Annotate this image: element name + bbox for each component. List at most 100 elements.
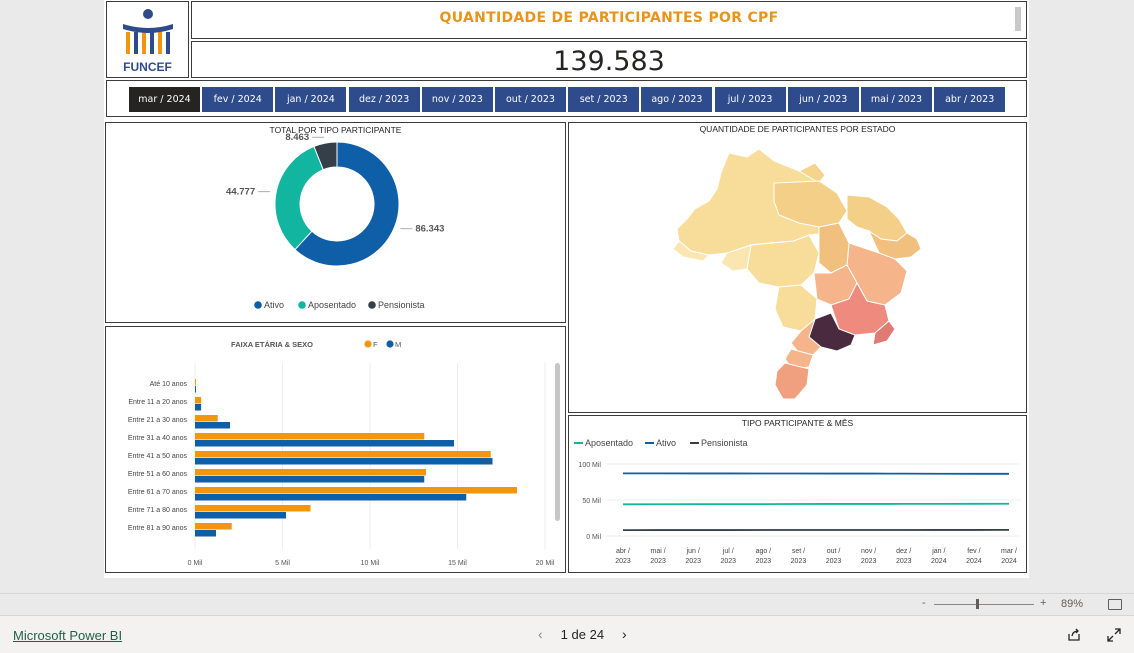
map-region-northeast-a bbox=[847, 195, 907, 241]
slicer-month-button[interactable]: jan / 2024 bbox=[275, 87, 346, 112]
bar-m[interactable] bbox=[195, 404, 201, 411]
bar-f[interactable] bbox=[195, 379, 196, 386]
bars-x-tick-label: 20 Mil bbox=[536, 560, 555, 567]
line-series-aposentado[interactable] bbox=[623, 504, 1009, 505]
map-title: QUANTIDADE DE PARTICIPANTES POR ESTADO bbox=[569, 124, 1026, 134]
legend-label-m[interactable]: M bbox=[395, 340, 401, 349]
legend-label-aposentado[interactable]: Aposentado bbox=[308, 300, 356, 310]
line-x-tick-label: 2023 bbox=[685, 558, 701, 565]
line-x-tick-label: fev / bbox=[967, 548, 980, 555]
bar-f[interactable] bbox=[195, 487, 517, 494]
line-x-tick-label: set / bbox=[792, 548, 805, 555]
line-x-tick-label: jul / bbox=[722, 548, 734, 555]
legend-marker-f bbox=[364, 340, 371, 347]
zoom-level: 89% bbox=[1061, 598, 1083, 610]
type-month-visual[interactable]: TIPO PARTICIPANTE & MÊS Aposentado Ativo P… bbox=[568, 415, 1027, 573]
line-x-tick-label: jun / bbox=[686, 548, 700, 555]
bars-category-label: Entre 21 a 30 anos bbox=[128, 417, 188, 424]
line-x-tick-label: 2023 bbox=[791, 558, 807, 565]
slicer-month-button[interactable]: nov / 2023 bbox=[422, 87, 493, 112]
slicer-month-button[interactable]: dez / 2023 bbox=[349, 87, 420, 112]
kpi-value: 139.583 bbox=[192, 46, 1026, 77]
map-region-tocantins bbox=[819, 223, 849, 273]
slicer-month-button[interactable]: abr / 2023 bbox=[934, 87, 1005, 112]
slicer-month-button[interactable]: set / 2023 bbox=[568, 87, 639, 112]
line-x-tick-label: 2023 bbox=[896, 558, 912, 565]
bar-m[interactable] bbox=[195, 530, 216, 537]
bar-m[interactable] bbox=[195, 494, 466, 501]
bars-category-label: Entre 41 a 50 anos bbox=[128, 453, 188, 460]
donut-title: TOTAL POR TIPO PARTICIPANTE bbox=[106, 125, 565, 135]
bar-m[interactable] bbox=[195, 458, 493, 465]
slicer-month-button[interactable]: mar / 2024 bbox=[129, 87, 200, 112]
age-sex-visual[interactable]: FAIXA ETÁRIA & SEXOFM0 Mil5 Mil10 Mil15 … bbox=[105, 326, 566, 573]
line-y-tick-label: 50 Mil bbox=[582, 498, 601, 505]
bar-m[interactable] bbox=[195, 512, 286, 519]
bar-f[interactable] bbox=[195, 433, 424, 440]
legend-marker-pensionista bbox=[368, 301, 376, 309]
next-page-icon[interactable]: › bbox=[622, 626, 627, 642]
title-scrollbar[interactable] bbox=[1015, 7, 1021, 31]
legend-label-pensionista[interactable]: Pensionista bbox=[378, 300, 425, 310]
fit-page-icon[interactable] bbox=[1108, 599, 1122, 610]
zoom-plus-button[interactable]: + bbox=[1040, 597, 1046, 609]
bars-title: FAIXA ETÁRIA & SEXO bbox=[231, 340, 313, 349]
bar-m[interactable] bbox=[195, 440, 454, 447]
bars-category-label: Entre 71 a 80 anos bbox=[128, 507, 188, 514]
bar-m[interactable] bbox=[195, 422, 230, 429]
power-bi-link[interactable]: Microsoft Power BI bbox=[13, 628, 122, 643]
prev-page-icon[interactable]: ‹ bbox=[538, 626, 543, 642]
slicer-month-button[interactable]: ago / 2023 bbox=[641, 87, 712, 112]
line-x-tick-label: nov / bbox=[861, 548, 876, 555]
bars-category-label: Entre 11 a 20 anos bbox=[128, 399, 187, 406]
line-x-tick-label: jan / bbox=[931, 548, 945, 555]
zoom-bar: - + 89% bbox=[0, 593, 1134, 616]
bars-category-label: Entre 51 a 60 anos bbox=[128, 471, 188, 478]
legend-label-pensionista[interactable]: Pensionista bbox=[701, 438, 748, 448]
slicer-month-button[interactable]: jul / 2023 bbox=[715, 87, 786, 112]
slicer-month-button[interactable]: fev / 2024 bbox=[202, 87, 273, 112]
fullscreen-icon[interactable] bbox=[1107, 628, 1121, 642]
line-x-tick-label: mai / bbox=[651, 548, 666, 555]
line-x-tick-label: mar / bbox=[1001, 548, 1017, 555]
zoom-slider-thumb[interactable] bbox=[976, 599, 979, 609]
line-x-tick-label: 2023 bbox=[615, 558, 631, 565]
line-x-tick-label: 2023 bbox=[826, 558, 842, 565]
bars-scrollbar[interactable] bbox=[555, 363, 560, 521]
map-visual[interactable]: QUANTIDADE DE PARTICIPANTES POR ESTADO bbox=[568, 122, 1027, 413]
donut-chart: 86.34344.7778.463AtivoAposentadoPensioni… bbox=[106, 123, 565, 322]
bar-f[interactable] bbox=[195, 415, 218, 422]
donut-visual[interactable]: TOTAL POR TIPO PARTICIPANTE 86.34344.777… bbox=[105, 122, 566, 323]
bar-f[interactable] bbox=[195, 469, 426, 476]
legend-marker-ativo bbox=[254, 301, 262, 309]
share-icon[interactable] bbox=[1067, 628, 1081, 642]
donut-data-label: 86.343 bbox=[415, 224, 444, 235]
bar-m[interactable] bbox=[195, 386, 196, 393]
legend-label-ativo[interactable]: Ativo bbox=[656, 438, 676, 448]
bar-f[interactable] bbox=[195, 451, 491, 458]
slicer-month-button[interactable]: out / 2023 bbox=[495, 87, 566, 112]
bar-f[interactable] bbox=[195, 523, 232, 530]
line-x-tick-label: 2023 bbox=[756, 558, 772, 565]
slicer-month-button[interactable]: mai / 2023 bbox=[861, 87, 932, 112]
slicer-month-button[interactable]: jun / 2023 bbox=[788, 87, 859, 112]
funcef-logo: FUNCEF bbox=[106, 1, 189, 78]
line-title: TIPO PARTICIPANTE & MÊS bbox=[569, 418, 1026, 428]
line-x-tick-label: abr / bbox=[616, 548, 630, 555]
bar-f[interactable] bbox=[195, 397, 201, 404]
line-x-tick-label: 2024 bbox=[1001, 558, 1017, 565]
legend-label-ativo[interactable]: Ativo bbox=[264, 300, 284, 310]
legend-label-aposentado[interactable]: Aposentado bbox=[585, 438, 633, 448]
bar-f[interactable] bbox=[195, 505, 311, 512]
line-x-tick-label: dez / bbox=[896, 548, 911, 555]
zoom-slider-track[interactable] bbox=[934, 604, 1034, 605]
type-month-chart: AposentadoAtivoPensionista0 Mil50 Mil100… bbox=[569, 416, 1026, 572]
legend-label-f[interactable]: F bbox=[373, 340, 378, 349]
bars-category-label: Entre 61 a 70 anos bbox=[128, 489, 188, 496]
bars-x-tick-label: 15 Mil bbox=[448, 560, 467, 567]
brazil-map bbox=[569, 123, 1026, 412]
zoom-minus-button[interactable]: - bbox=[922, 597, 926, 609]
bar-m[interactable] bbox=[195, 476, 424, 483]
legend-marker-m bbox=[386, 340, 393, 347]
age-sex-chart: FAIXA ETÁRIA & SEXOFM0 Mil5 Mil10 Mil15 … bbox=[106, 327, 565, 572]
